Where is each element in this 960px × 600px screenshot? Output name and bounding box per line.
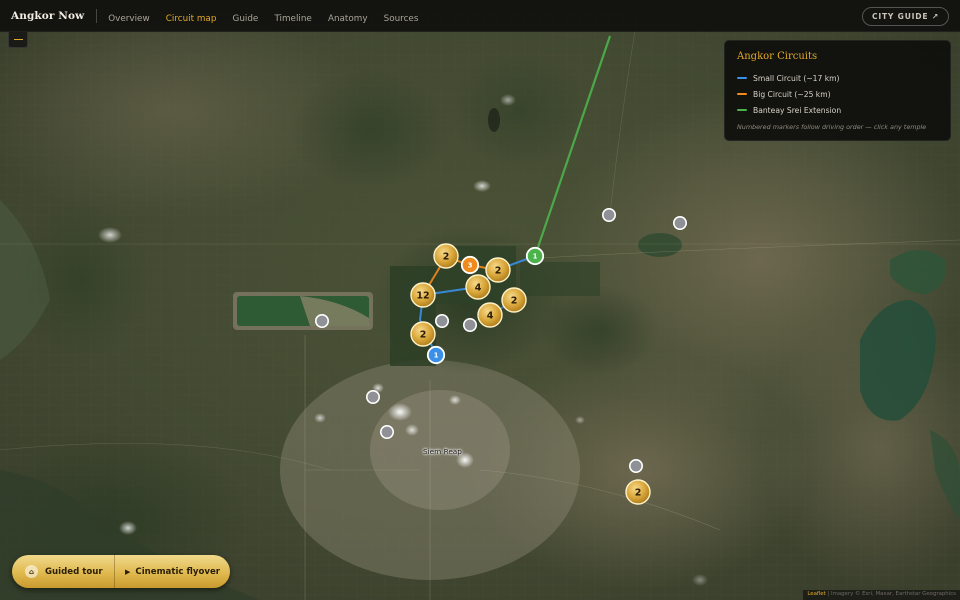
app-root: 2 2 12 4 2 4 2 2 1 3 1 Siem Reap Angkor Now Overvi… <box>0 0 960 600</box>
minus-icon <box>13 38 23 41</box>
temple-cluster-marker[interactable]: 2 <box>625 479 651 505</box>
cinematic-flyover-label: Cinematic flyover <box>135 566 221 577</box>
circuit-stop-marker[interactable]: 3 <box>460 255 480 275</box>
temple-cluster-marker[interactable]: 4 <box>465 274 491 300</box>
nav-circuit-map[interactable]: Circuit map <box>166 14 217 24</box>
leaflet-link[interactable]: Leaflet <box>807 591 825 597</box>
cluster-count: 2 <box>443 251 450 262</box>
map-attribution: Leaflet | Imagery © Esri, Maxar, Earthst… <box>803 590 960 600</box>
guided-tour-button[interactable]: ⌂ Guided tour <box>12 555 114 588</box>
cluster-count: 2 <box>495 265 502 276</box>
guided-tour-label: Guided tour <box>45 566 103 577</box>
stop-number: 1 <box>434 352 439 360</box>
home-icon: ⌂ <box>25 565 38 578</box>
nav-sources[interactable]: Sources <box>384 14 419 24</box>
legend-title: Angkor Circuits <box>737 51 818 62</box>
city-label-siem-reap: Siem Reap <box>423 447 462 456</box>
temple-cluster-marker[interactable]: 2 <box>485 257 511 283</box>
circuit-stop-marker[interactable]: 1 <box>426 345 446 365</box>
temple-marker[interactable] <box>601 208 616 223</box>
temple-marker[interactable] <box>314 313 329 328</box>
imagery-credit: | Imagery © Esri, Maxar, Earthstar Geogr… <box>827 591 956 597</box>
cluster-count: 4 <box>475 282 482 293</box>
city-guide-button[interactable]: CITY GUIDE ↗ <box>861 7 949 26</box>
temple-marker[interactable] <box>628 458 643 473</box>
nav-anatomy[interactable]: Anatomy <box>328 14 368 24</box>
play-icon: ▶ <box>125 567 131 576</box>
temple-cluster-marker[interactable]: 4 <box>477 302 503 328</box>
cluster-count: 2 <box>420 329 427 340</box>
nav-timeline[interactable]: Timeline <box>274 14 311 24</box>
zoom-out-button[interactable] <box>8 32 28 48</box>
temple-cluster-marker[interactable]: 2 <box>410 321 436 347</box>
legend-swatch-orange <box>737 92 747 96</box>
temple-marker[interactable] <box>365 389 380 404</box>
cluster-count: 2 <box>635 487 642 498</box>
stop-number: 3 <box>468 262 473 270</box>
legend-label: Banteay Srei Extension <box>753 105 842 115</box>
legend-item-big-circuit: Big Circuit (~25 km) <box>737 86 938 102</box>
temple-marker[interactable] <box>434 313 449 328</box>
temple-marker[interactable] <box>672 216 687 231</box>
brand-logo[interactable]: Angkor Now <box>0 10 96 22</box>
legend-note: Numbered markers follow driving order — … <box>737 123 927 131</box>
legend-item-small-circuit: Small Circuit (~17 km) <box>737 70 938 86</box>
circuits-legend: Angkor Circuits Small Circuit (~17 km) B… <box>724 40 951 141</box>
legend-label: Small Circuit (~17 km) <box>753 73 840 83</box>
cluster-count: 4 <box>487 310 494 321</box>
nav-links: Overview Circuit map Guide Timeline Anat… <box>108 6 429 25</box>
legend-label: Big Circuit (~25 km) <box>753 89 831 99</box>
stop-number: 1 <box>533 253 538 261</box>
top-navigation: Angkor Now Overview Circuit map Guide Ti… <box>0 0 960 32</box>
cinematic-flyover-button[interactable]: ▶ Cinematic flyover <box>114 555 230 588</box>
cluster-count: 2 <box>511 295 518 306</box>
legend-item-banteay-srei: Banteay Srei Extension <box>737 102 938 118</box>
temple-marker[interactable] <box>379 424 394 439</box>
temple-cluster-marker[interactable]: 2 <box>501 287 527 313</box>
temple-cluster-marker[interactable]: 12 <box>410 282 436 308</box>
tour-controls: ⌂ Guided tour ▶ Cinematic flyover <box>12 555 230 588</box>
nav-overview[interactable]: Overview <box>108 14 149 24</box>
cluster-count: 12 <box>416 290 429 301</box>
temple-cluster-marker[interactable]: 2 <box>433 243 459 269</box>
nav-divider <box>96 8 98 23</box>
nav-guide[interactable]: Guide <box>233 14 259 24</box>
legend-swatch-green <box>737 108 747 112</box>
circuit-stop-marker[interactable]: 1 <box>525 246 545 266</box>
temple-marker[interactable] <box>462 317 477 332</box>
legend-swatch-blue <box>737 76 747 80</box>
